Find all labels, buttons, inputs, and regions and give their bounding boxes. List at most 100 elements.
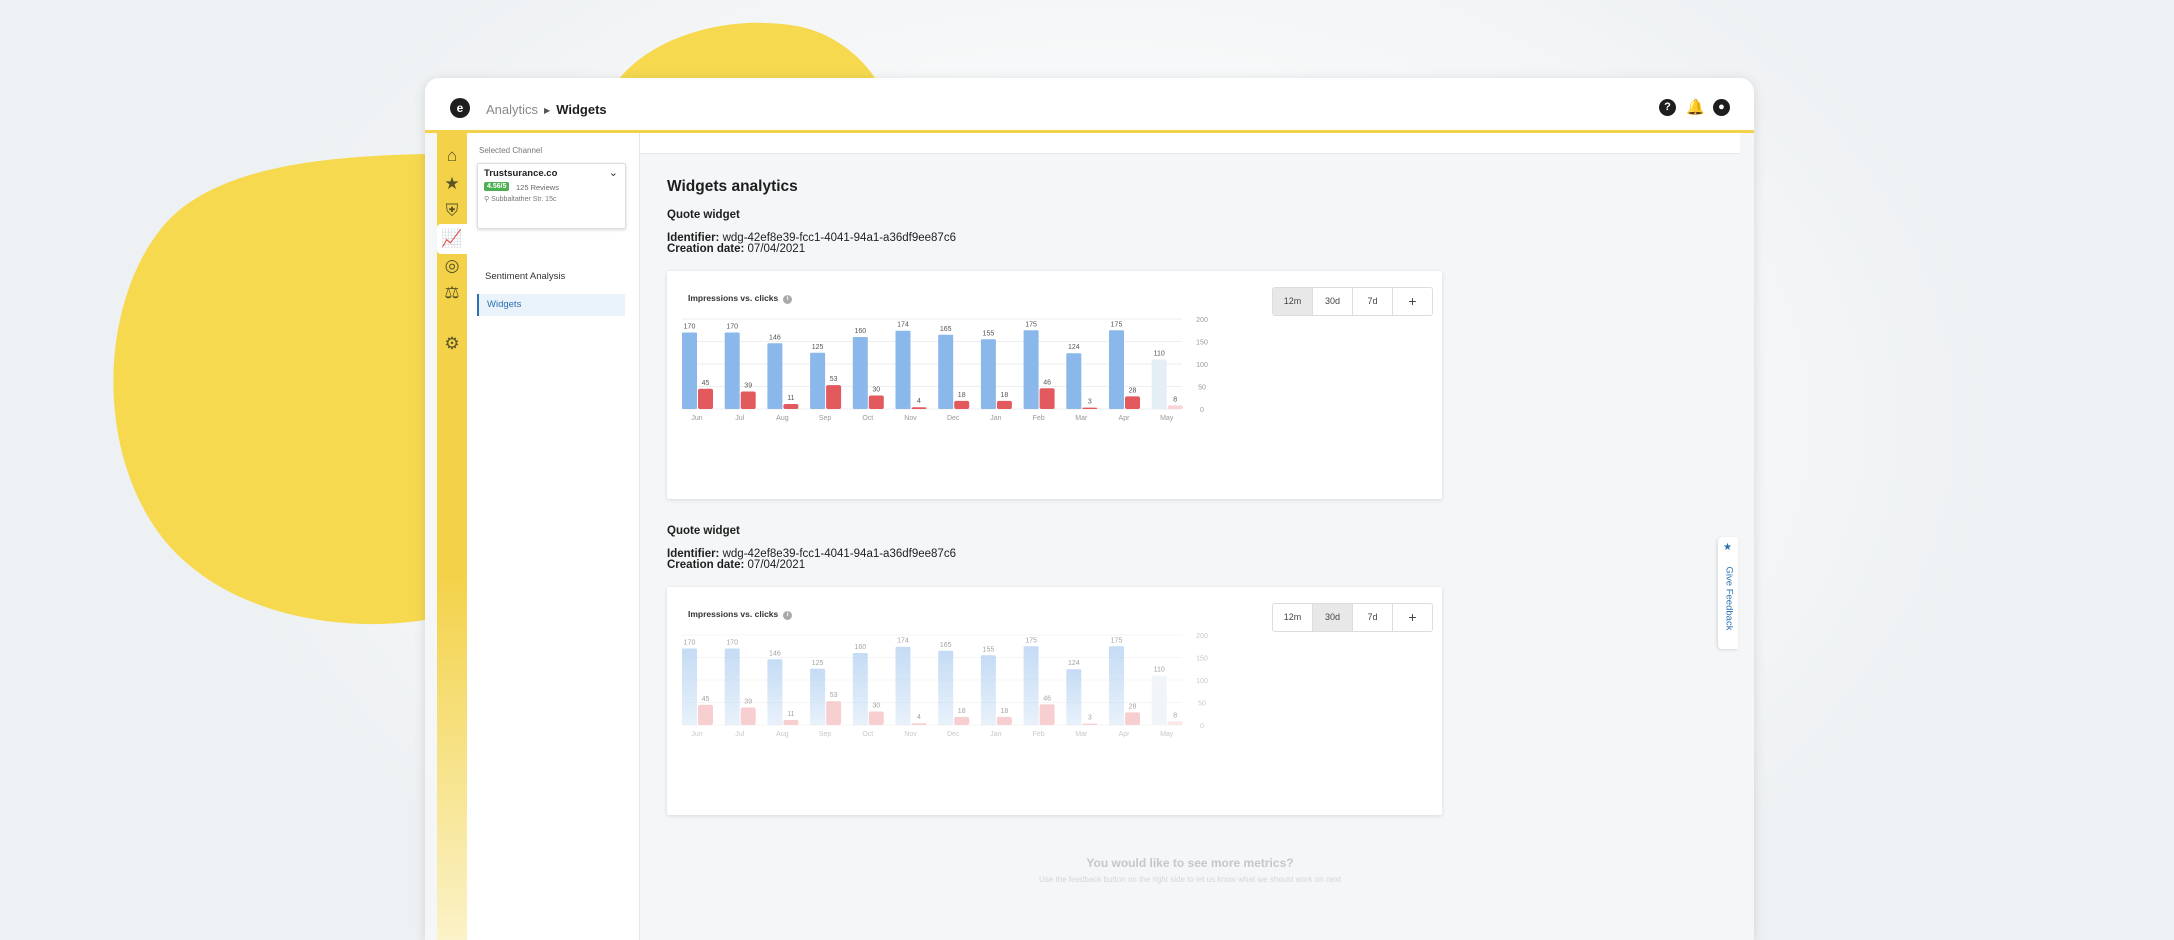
home-icon[interactable]: ⌂ xyxy=(437,141,467,171)
star-icon[interactable]: ★ xyxy=(437,169,467,199)
clicks-data-label: 18 xyxy=(1001,708,1009,715)
y-tick-label: 200 xyxy=(1196,633,1208,640)
chevron-down-icon[interactable]: ⌄ xyxy=(609,166,618,179)
account-icon[interactable]: ● xyxy=(1713,99,1730,116)
impressions-bar xyxy=(767,343,783,409)
y-tick-label: 100 xyxy=(1196,362,1208,369)
impressions-data-label: 125 xyxy=(812,344,824,351)
impressions-data-label: 174 xyxy=(897,322,909,329)
x-tick-label: May xyxy=(1160,731,1174,738)
impressions-data-label: 160 xyxy=(854,328,866,335)
clicks-bar xyxy=(911,723,927,725)
clicks-data-label: 3 xyxy=(1088,715,1092,722)
impressions-data-label: 155 xyxy=(983,330,995,337)
chart-card: Impressions vs. clicks i 12m 30d 7d + 0 50… xyxy=(667,271,1442,499)
clicks-bar xyxy=(1125,396,1140,409)
impressions-data-label: 110 xyxy=(1154,667,1165,674)
clicks-data-label: 30 xyxy=(872,703,880,710)
breadcrumb-widgets: Widgets xyxy=(556,102,607,117)
give-feedback-label: Give Feedback xyxy=(1723,566,1735,631)
y-tick-label: 0 xyxy=(1200,723,1204,730)
compass-icon[interactable]: ◎ xyxy=(437,251,467,281)
rating-badge: 4.56/5 xyxy=(484,182,510,191)
sidebar-item-sentiment-analysis[interactable]: Sentiment Analysis xyxy=(477,266,625,288)
impressions-data-label: 175 xyxy=(1111,637,1123,644)
clicks-data-label: 8 xyxy=(1173,396,1177,403)
channel-selector[interactable]: Trustsurance.co ⌄ 4.56/5 125 Reviews ⚲ S… xyxy=(477,163,626,229)
scales-icon[interactable]: ⚖ xyxy=(437,278,467,308)
x-tick-label: Sep xyxy=(819,415,832,422)
help-icon[interactable]: ? xyxy=(1659,99,1676,116)
clicks-data-label: 3 xyxy=(1088,399,1092,406)
creation-date-value: 07/04/2021 xyxy=(747,243,806,255)
clicks-bar xyxy=(1167,405,1183,409)
star-icon: ★ xyxy=(1723,542,1732,553)
clicks-data-label: 39 xyxy=(744,698,752,705)
impressions-data-label: 146 xyxy=(769,334,781,341)
impressions-data-label: 146 xyxy=(769,650,781,657)
clicks-bar xyxy=(996,716,1012,725)
clicks-bar xyxy=(868,711,884,725)
impressions-bar xyxy=(852,653,868,725)
clicks-bar xyxy=(996,400,1012,409)
clicks-data-label: 4 xyxy=(917,398,921,405)
clicks-bar xyxy=(826,701,842,725)
clicks-data-label: 46 xyxy=(1043,695,1051,702)
bar-chart: 0 50 100 150 200 170 45 Jun 170 39 Jul 146 11 Aug 125 5… xyxy=(682,633,1208,738)
impressions-bar xyxy=(1023,330,1039,409)
clicks-bar xyxy=(740,391,756,409)
x-tick-label: Jan xyxy=(990,731,1001,738)
impressions-bar xyxy=(938,334,954,409)
clicks-bar xyxy=(1039,704,1055,725)
y-tick-label: 200 xyxy=(1196,317,1208,324)
breadcrumb-analytics[interactable]: Analytics xyxy=(486,102,538,117)
gear-icon[interactable]: ⚙ xyxy=(437,329,467,359)
impressions-data-label: 175 xyxy=(1111,321,1123,328)
app-window: e Analytics ▶ Widgets ? 🔔 ● ⌂ ★ ⛨ 📈 ◎ ⚖ ⚙ … xyxy=(425,78,1754,940)
clicks-data-label: 18 xyxy=(958,708,966,715)
clicks-data-label: 45 xyxy=(702,380,710,387)
content-header-strip xyxy=(640,133,1740,154)
x-tick-label: Sep xyxy=(819,731,832,738)
clicks-data-label: 45 xyxy=(702,696,710,703)
impressions-bar xyxy=(1109,330,1124,409)
impressions-data-label: 124 xyxy=(1068,344,1080,351)
clicks-bar xyxy=(740,707,756,725)
channel-address-text: Subbaltather Str. 15c xyxy=(491,196,557,203)
impressions-data-label: 170 xyxy=(726,640,738,647)
impressions-bar xyxy=(980,655,996,725)
x-tick-label: Apr xyxy=(1119,731,1131,738)
x-tick-label: Jun xyxy=(691,731,702,738)
widget-title: Quote widget xyxy=(667,525,740,537)
impressions-bar xyxy=(1066,669,1082,725)
clicks-data-label: 4 xyxy=(917,714,921,721)
channel-name: Trustsurance.co xyxy=(484,168,558,179)
creation-date-value: 07/04/2021 xyxy=(747,559,806,571)
impressions-data-label: 174 xyxy=(897,638,909,645)
impressions-data-label: 160 xyxy=(854,644,866,651)
x-tick-label: Mar xyxy=(1075,731,1088,738)
clicks-bar xyxy=(954,716,970,725)
clicks-data-label: 11 xyxy=(787,711,794,718)
creation-date-label: Creation date: xyxy=(667,559,745,571)
impressions-bar xyxy=(724,332,740,409)
impressions-bar xyxy=(938,650,954,725)
clicks-bar xyxy=(1167,721,1183,725)
impressions-data-label: 170 xyxy=(684,640,696,647)
impressions-data-label: 175 xyxy=(1025,321,1037,328)
bottom-fade: You would like to see more metrics? Use … xyxy=(640,848,1740,940)
impressions-bar xyxy=(724,648,740,725)
impressions-data-label: 165 xyxy=(940,326,952,333)
give-feedback-button[interactable]: ★ Give Feedback xyxy=(1718,537,1738,649)
y-tick-label: 50 xyxy=(1198,701,1206,708)
chart-icon[interactable]: 📈 xyxy=(437,224,467,254)
impressions-bar xyxy=(767,659,783,725)
shield-check-icon[interactable]: ⛨ xyxy=(437,196,467,226)
bell-icon[interactable]: 🔔 xyxy=(1686,99,1705,116)
brand-logo-icon[interactable]: e xyxy=(450,98,470,118)
sidebar-item-widgets[interactable]: Widgets xyxy=(477,294,625,316)
impressions-data-label: 155 xyxy=(983,646,995,653)
impressions-bar xyxy=(810,668,826,725)
more-metrics-subtitle: Use the feedback button on the right sid… xyxy=(1039,875,1341,884)
impressions-bar xyxy=(895,330,911,409)
